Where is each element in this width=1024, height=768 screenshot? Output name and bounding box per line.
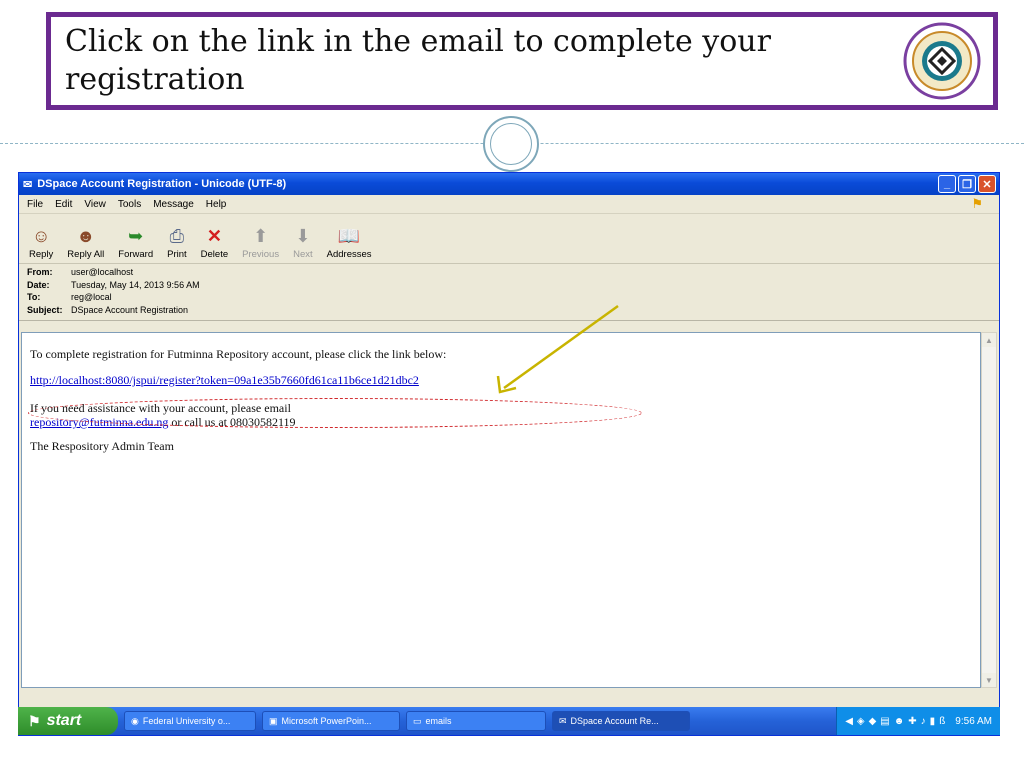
previous-icon: ⬆ — [253, 226, 269, 246]
menu-tools[interactable]: Tools — [118, 199, 141, 210]
tray-volume-icon[interactable]: ♪ — [921, 716, 926, 727]
minimize-button[interactable]: _ — [938, 175, 956, 193]
tray-monitor-icon[interactable]: ▤ — [880, 716, 889, 727]
scroll-down-icon[interactable]: ▼ — [982, 673, 996, 687]
taskbar: ⚑ start ◉ Federal University o... ▣ Microso… — [18, 707, 1000, 735]
addresses-button[interactable]: 📖 Addresses — [327, 225, 372, 260]
toolbar: ☺ Reply ☻ Reply All ➥ Forward ⎙ Print ✕ Delet… — [19, 214, 999, 264]
firefox-icon: ◉ — [131, 715, 139, 726]
maximize-button[interactable]: ❐ — [958, 175, 976, 193]
tray-battery-icon[interactable]: ▮ — [930, 716, 936, 727]
reply-icon: ☺ — [31, 226, 51, 246]
menu-view[interactable]: View — [84, 199, 106, 210]
tray-user-icon[interactable]: ☻ — [894, 716, 905, 727]
clock[interactable]: 9:56 AM — [955, 716, 992, 727]
subject-label: Subject: — [27, 304, 63, 315]
registration-link[interactable]: http://localhost:8080/jspui/register?tok… — [30, 373, 419, 387]
scroll-up-icon[interactable]: ▲ — [982, 333, 996, 347]
subject-value: DSpace Account Registration — [71, 304, 189, 315]
windows-flag-icon: ⚑ — [28, 712, 41, 729]
slide-title-box: Click on the link in the email to comple… — [46, 12, 998, 110]
pointer-arrow — [496, 304, 619, 394]
envelope-icon: ✉ — [559, 715, 567, 726]
task-powerpoint[interactable]: ▣ Microsoft PowerPoin... — [262, 711, 400, 731]
printer-icon: ⎙ — [169, 226, 185, 246]
signature: The Respository Admin Team — [30, 439, 174, 453]
date-label: Date: — [27, 279, 50, 290]
tray-arrow-icon[interactable]: ◀ — [845, 716, 853, 727]
menu-edit[interactable]: Edit — [55, 199, 72, 210]
reply-all-icon: ☻ — [76, 226, 96, 246]
close-button[interactable]: ✕ — [978, 175, 996, 193]
envelope-icon: ✉ — [23, 178, 33, 191]
delete-button[interactable]: ✕ Delete — [201, 225, 228, 260]
folder-icon: ▭ — [413, 715, 422, 726]
vertical-scrollbar[interactable]: ▲ ▼ — [981, 332, 997, 688]
next-button[interactable]: ⬇ Next — [293, 225, 313, 260]
tray-network-icon[interactable]: ◈ — [857, 716, 865, 727]
forward-icon: ➥ — [128, 226, 144, 246]
print-button[interactable]: ⎙ Print — [167, 225, 187, 260]
forward-button[interactable]: ➥ Forward — [118, 225, 153, 260]
next-icon: ⬇ — [295, 226, 311, 246]
menu-message[interactable]: Message — [153, 199, 194, 210]
window-controls: _ ❐ ✕ — [938, 175, 996, 193]
task-federal-university[interactable]: ◉ Federal University o... — [124, 711, 256, 731]
reply-all-button[interactable]: ☻ Reply All — [67, 225, 104, 260]
system-tray: ◀ ◈ ◆ ▤ ☻ ✚ ♪ ▮ ß 9:56 AM — [836, 707, 1000, 735]
previous-button[interactable]: ⬆ Previous — [242, 225, 279, 260]
from-label: From: — [27, 267, 53, 277]
windows-logo-icon: ⚑ — [971, 196, 983, 211]
tray-antivirus-icon[interactable]: ✚ — [908, 716, 916, 727]
window-titlebar[interactable]: ✉ DSpace Account Registration - Unicode … — [19, 173, 999, 195]
menu-help[interactable]: Help — [206, 199, 227, 210]
tray-bluetooth-icon[interactable]: ß — [939, 716, 945, 727]
powerpoint-icon: ▣ — [269, 715, 278, 726]
highlight-ellipse — [28, 398, 642, 428]
task-dspace-account[interactable]: ✉ DSpace Account Re... — [552, 711, 690, 731]
date-value: Tuesday, May 14, 2013 9:56 AM — [71, 279, 200, 290]
instruction-text: To complete registration for Futminna Re… — [30, 347, 447, 361]
address-book-icon: 📖 — [337, 226, 361, 246]
email-window: ✉ DSpace Account Registration - Unicode … — [18, 172, 1000, 736]
menu-file[interactable]: File — [27, 199, 43, 210]
task-emails[interactable]: ▭ emails — [406, 711, 546, 731]
to-value: reg@local — [71, 292, 112, 302]
from-value: user@localhost — [71, 267, 134, 277]
reply-button[interactable]: ☺ Reply — [29, 225, 53, 260]
university-logo — [903, 22, 981, 100]
window-title: DSpace Account Registration - Unicode (U… — [37, 178, 287, 190]
to-label: To: — [27, 292, 41, 302]
start-button[interactable]: ⚑ start — [18, 707, 118, 735]
decorative-circle — [483, 116, 539, 172]
delete-icon: ✕ — [206, 226, 222, 246]
slide-title: Click on the link in the email to comple… — [65, 24, 771, 97]
menu-bar: File Edit View Tools Message Help ⚑ — [19, 195, 999, 214]
tray-shield-icon[interactable]: ◆ — [869, 716, 877, 727]
